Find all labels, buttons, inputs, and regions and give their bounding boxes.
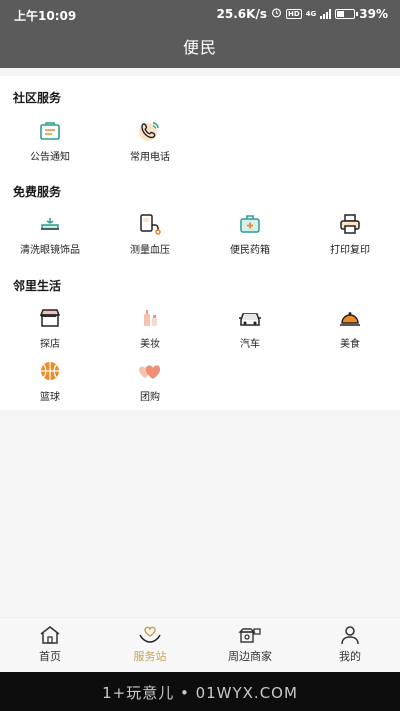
bottom-nav: 首页 服务站 周边商家 我的 bbox=[0, 617, 400, 672]
shop-icon bbox=[35, 303, 65, 333]
tile-glasses-clean[interactable]: 清洗眼镜饰品 bbox=[5, 209, 95, 256]
car-icon bbox=[235, 303, 265, 333]
section-title-neighborhood: 邻里生活 bbox=[13, 279, 62, 293]
tile-cosmetics[interactable]: 美妆 bbox=[105, 303, 195, 350]
tile-blood-pressure[interactable]: 测量血压 bbox=[105, 209, 195, 256]
food-icon bbox=[335, 303, 365, 333]
net-type: 4G bbox=[305, 10, 317, 18]
home-icon bbox=[0, 624, 100, 646]
alarm-icon bbox=[271, 7, 282, 21]
signal-icon bbox=[320, 9, 332, 19]
tile-label: 美妆 bbox=[140, 339, 160, 350]
tile-label: 探店 bbox=[40, 339, 60, 350]
nav-label: 我的 bbox=[339, 650, 361, 663]
nav-label: 周边商家 bbox=[228, 650, 272, 663]
section-title-community: 社区服务 bbox=[13, 91, 62, 105]
tile-label: 清洗眼镜饰品 bbox=[20, 245, 80, 256]
tile-label: 美食 bbox=[340, 339, 360, 350]
nav-label: 服务站 bbox=[133, 650, 167, 663]
tile-car[interactable]: 汽车 bbox=[205, 303, 295, 350]
tile-label: 篮球 bbox=[40, 392, 60, 403]
nav-label: 首页 bbox=[39, 650, 61, 663]
tile-label: 便民药箱 bbox=[230, 245, 270, 256]
tile-label: 常用电话 bbox=[130, 152, 170, 163]
tile-medicine-box[interactable]: 便民药箱 bbox=[205, 209, 295, 256]
nav-merchants[interactable]: 周边商家 bbox=[200, 624, 300, 664]
tile-label: 公告通知 bbox=[30, 152, 70, 163]
tile-notice[interactable]: 公告通知 bbox=[5, 116, 95, 163]
services-card: 社区服务 公告通知 常用电话 免费服务 清洗眼镜饰品 测量血压 便民药箱 打印复… bbox=[0, 76, 400, 410]
blood-pressure-icon bbox=[135, 209, 165, 239]
group-buy-icon bbox=[135, 356, 165, 386]
notice-icon bbox=[35, 116, 65, 146]
nav-home[interactable]: 首页 bbox=[0, 624, 100, 664]
status-right: 25.6K/s HD 4G 39% bbox=[217, 7, 388, 21]
cosmetics-icon bbox=[135, 303, 165, 333]
battery-icon bbox=[335, 9, 359, 19]
status-bar: 上午10:09 25.6K/s HD 4G 39% bbox=[0, 0, 400, 28]
tile-label: 测量血压 bbox=[130, 245, 170, 256]
tile-label: 团购 bbox=[140, 392, 160, 403]
tile-label: 打印复印 bbox=[330, 245, 370, 256]
page-title: 便民 bbox=[182, 38, 217, 57]
top-bar: 上午10:09 25.6K/s HD 4G 39% 便民 bbox=[0, 0, 400, 68]
nav-service-station[interactable]: 服务站 bbox=[100, 624, 200, 664]
hd-badge: HD bbox=[285, 9, 302, 19]
basketball-icon bbox=[35, 356, 65, 386]
heart-hand-icon bbox=[100, 624, 200, 646]
battery-level: 39% bbox=[359, 7, 388, 21]
watermark: 1+玩意儿 • 01WYX.COM bbox=[102, 684, 298, 702]
tile-label: 汽车 bbox=[240, 339, 260, 350]
glasses-clean-icon bbox=[35, 209, 65, 239]
tile-shop[interactable]: 探店 bbox=[5, 303, 95, 350]
tile-group-buy[interactable]: 团购 bbox=[105, 356, 195, 403]
merchants-icon bbox=[200, 624, 300, 646]
tile-basketball[interactable]: 篮球 bbox=[5, 356, 95, 403]
printer-icon bbox=[335, 209, 365, 239]
tile-phone[interactable]: 常用电话 bbox=[105, 116, 195, 163]
phone-icon bbox=[135, 116, 165, 146]
status-time: 上午10:09 bbox=[14, 9, 77, 23]
section-title-free: 免费服务 bbox=[13, 185, 62, 199]
medicine-box-icon bbox=[235, 209, 265, 239]
nav-profile[interactable]: 我的 bbox=[300, 624, 400, 664]
network-speed: 25.6K/s bbox=[216, 7, 267, 21]
system-nav-bar: 1+玩意儿 • 01WYX.COM bbox=[0, 672, 400, 711]
tile-food[interactable]: 美食 bbox=[305, 303, 395, 350]
profile-icon bbox=[300, 624, 400, 646]
tile-printer[interactable]: 打印复印 bbox=[305, 209, 395, 256]
